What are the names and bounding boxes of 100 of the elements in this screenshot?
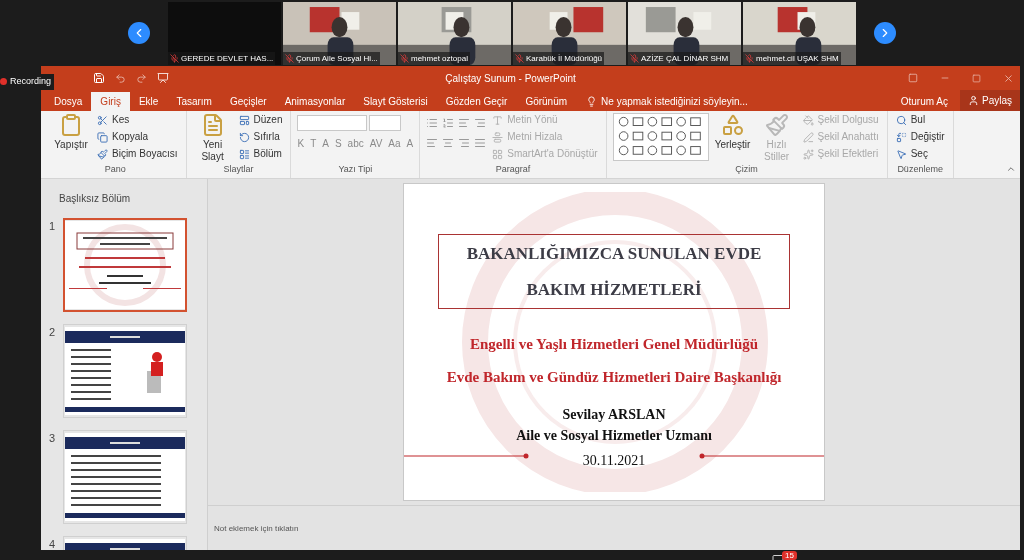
video-tile[interactable]: GEREDE DEVLET HAS... bbox=[168, 1, 281, 65]
sign-in-link[interactable]: Oturum Aç bbox=[900, 92, 948, 111]
presenter-role: Aile ve Sosyal Hizmetler Uzmanı bbox=[516, 427, 712, 445]
paintbrush-icon bbox=[97, 148, 108, 160]
reset-icon bbox=[238, 131, 250, 143]
slide-number: 2 bbox=[49, 325, 57, 340]
video-tile[interactable]: AZİZE ÇAL DİNAR SHM bbox=[628, 1, 741, 65]
previous-button[interactable] bbox=[128, 22, 150, 44]
next-button[interactable] bbox=[874, 22, 896, 44]
ribbon-button[interactable]: Bul bbox=[893, 113, 947, 127]
close-icon[interactable] bbox=[1003, 72, 1014, 84]
muted-mic-icon bbox=[400, 53, 409, 63]
muted-mic-icon bbox=[170, 53, 179, 63]
effects-icon bbox=[802, 148, 814, 160]
ribbon-tab[interactable]: Ekle bbox=[129, 92, 168, 111]
ribbon-tab[interactable]: Gözden Geçir bbox=[436, 92, 517, 111]
video-tile[interactable]: Çorum Aile Sosyal Hi... bbox=[283, 1, 396, 65]
recording-label: Recording bbox=[10, 75, 52, 88]
smartart-icon bbox=[492, 148, 504, 160]
font-name-field[interactable] bbox=[297, 115, 368, 131]
presenter-name: Sevilay ARSLAN bbox=[562, 406, 666, 424]
font-size-field[interactable] bbox=[369, 115, 402, 131]
group-label: Slaytlar bbox=[222, 163, 255, 176]
chat-count-badge: 15 bbox=[782, 551, 797, 560]
search-icon bbox=[895, 114, 907, 126]
window-title: Çalıştay Sunum - PowerPoint bbox=[444, 71, 577, 86]
ribbon-tab[interactable]: Geçişler bbox=[220, 92, 276, 111]
muted-mic-icon bbox=[515, 53, 524, 63]
muted-mic-icon bbox=[285, 53, 294, 63]
pointer-icon bbox=[895, 148, 907, 160]
format-button[interactable]: A bbox=[406, 137, 414, 151]
section-icon bbox=[238, 148, 250, 160]
slide-number: 4 bbox=[49, 537, 57, 550]
lightbulb-icon bbox=[586, 96, 598, 107]
video-tile[interactable]: Karabük İl Müdürlüğü bbox=[513, 1, 626, 65]
align-text-icon bbox=[492, 131, 504, 143]
format-button[interactable]: S bbox=[334, 137, 342, 151]
format-button[interactable]: A bbox=[322, 137, 329, 151]
ribbon-button[interactable]: Sıfırla bbox=[236, 130, 285, 144]
collapse-ribbon-icon[interactable] bbox=[1006, 164, 1016, 174]
group-label: Paragraf bbox=[494, 162, 532, 176]
participant-name: Karabük İl Müdürlüğü bbox=[526, 52, 603, 64]
presentation-date: 30.11.2021 bbox=[581, 452, 647, 470]
participant-name: mehmet oztopal bbox=[411, 52, 468, 64]
ribbon-button[interactable]: Bölüm bbox=[236, 147, 285, 161]
muted-mic-icon bbox=[745, 53, 754, 63]
replace-icon bbox=[895, 131, 907, 143]
ribbon-button[interactable]: Değiştir bbox=[893, 130, 947, 144]
group-label: Düzenleme bbox=[896, 162, 944, 176]
ribbon-tab[interactable]: Slayt Gösterisi bbox=[354, 92, 437, 111]
video-tile[interactable]: mehmet.cil UŞAK SHM bbox=[743, 1, 856, 65]
redo-icon[interactable] bbox=[136, 72, 147, 84]
presentation-icon[interactable] bbox=[157, 72, 169, 84]
group-label: Yazı Tipi bbox=[337, 162, 374, 176]
ribbon-tab[interactable]: Animasyonlar bbox=[275, 92, 355, 111]
format-button[interactable]: K bbox=[297, 137, 305, 151]
format-button[interactable]: Aa bbox=[388, 137, 401, 151]
shapes-icon bbox=[720, 113, 745, 137]
ribbon-button[interactable]: Kopyala bbox=[95, 130, 180, 144]
video-tile[interactable]: mehmet oztopal bbox=[398, 1, 511, 65]
brush-icon bbox=[764, 113, 789, 137]
save-icon[interactable] bbox=[93, 72, 105, 84]
ribbon-button[interactable]: Yapıştır bbox=[51, 113, 91, 151]
ribbon-button[interactable]: Kes bbox=[95, 113, 180, 127]
format-button[interactable]: AV bbox=[369, 137, 383, 151]
ribbon-button[interactable]: Seç bbox=[893, 147, 947, 161]
participant-name: Çorum Aile Sosyal Hi... bbox=[296, 52, 378, 64]
pen-icon bbox=[802, 131, 814, 143]
group-label: Çizim bbox=[734, 163, 759, 176]
share-button[interactable]: Paylaş bbox=[960, 90, 1020, 111]
layout-icon bbox=[238, 114, 250, 126]
format-button[interactable]: T bbox=[310, 137, 317, 151]
shapes-gallery[interactable] bbox=[612, 113, 709, 161]
ribbon-display-icon[interactable] bbox=[908, 73, 918, 83]
slide-title: BAKIM HİZMETLERİ bbox=[526, 278, 702, 301]
slide-number: 1 bbox=[49, 219, 57, 234]
section-title[interactable]: Başlıksız Bölüm bbox=[49, 191, 207, 206]
notes-placeholder[interactable]: Not eklemek için tıklatın bbox=[214, 524, 299, 533]
ribbon-button[interactable]: Düzen bbox=[236, 113, 285, 127]
tell-me-field[interactable]: Ne yapmak istediğinizi söyleyin... bbox=[601, 94, 748, 109]
fill-bucket-icon bbox=[802, 114, 814, 126]
ribbon-button[interactable]: Yeni Slayt bbox=[192, 113, 233, 163]
format-button[interactable]: abc bbox=[347, 137, 364, 151]
user-icon bbox=[968, 95, 979, 106]
ribbon-tab[interactable]: Giriş bbox=[91, 92, 130, 111]
muted-mic-icon bbox=[630, 53, 639, 63]
copy-icon bbox=[97, 131, 108, 143]
ribbon-button[interactable]: Biçim Boyacısı bbox=[95, 147, 180, 161]
ribbon-button[interactable]: Yerleştir bbox=[712, 113, 753, 151]
group-label: Pano bbox=[103, 162, 127, 176]
ribbon-tab[interactable]: Görünüm bbox=[516, 92, 577, 111]
ribbon-tab[interactable]: Tasarım bbox=[167, 92, 221, 111]
undo-icon[interactable] bbox=[115, 72, 126, 84]
slide-subtitle: Evde Bakım ve Gündüz Hizmetleri Daire Başkanlığı bbox=[446, 367, 782, 387]
participant-name: mehmet.cil UŞAK SHM bbox=[756, 52, 839, 64]
ribbon-tab[interactable]: Dosya bbox=[45, 92, 92, 111]
participant-name: GEREDE DEVLET HAS... bbox=[181, 52, 274, 64]
participant-name: AZİZE ÇAL DİNAR SHM bbox=[641, 52, 729, 64]
slide-number: 3 bbox=[49, 431, 57, 446]
text-direction-icon bbox=[492, 114, 504, 126]
